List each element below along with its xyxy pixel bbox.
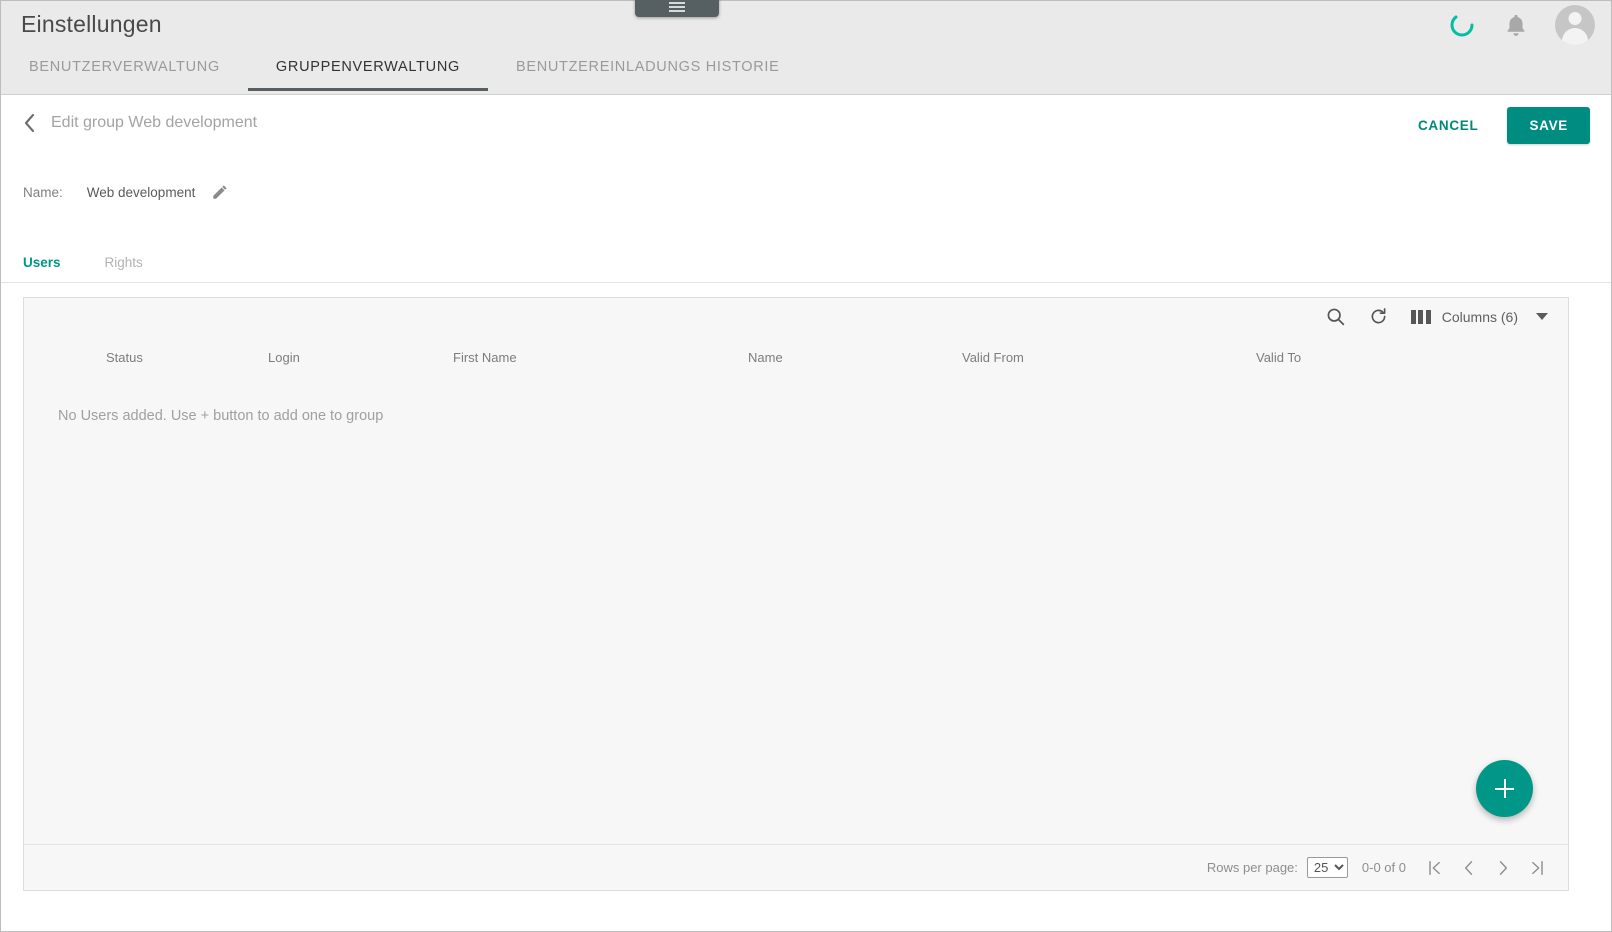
hamburger-handle-icon — [669, 2, 685, 12]
columns-selector[interactable]: Columns (6) — [1410, 308, 1548, 325]
top-bar: Einstellungen BENUTZERVERWALTUNG GRUPPEN… — [1, 0, 1611, 95]
column-header-valid-to[interactable]: Valid To — [1256, 350, 1301, 365]
pagination-range: 0-0 of 0 — [1361, 860, 1406, 875]
user-avatar-icon[interactable] — [1555, 5, 1595, 45]
last-page-icon[interactable] — [1520, 851, 1554, 885]
cancel-button[interactable]: CANCEL — [1400, 108, 1496, 143]
tab-benutzerverwaltung[interactable]: BENUTZERVERWALTUNG — [1, 56, 248, 91]
tab-gruppenverwaltung[interactable]: GRUPPENVERWALTUNG — [247, 56, 489, 91]
add-user-button[interactable] — [1476, 760, 1533, 817]
next-page-icon[interactable] — [1486, 851, 1520, 885]
column-header-first-name[interactable]: First Name — [453, 350, 517, 365]
page-header: Edit group Web development CANCEL SAVE — [1, 95, 1611, 160]
column-header-name[interactable]: Name — [748, 350, 783, 365]
refresh-icon[interactable] — [1368, 306, 1389, 327]
column-header-login[interactable]: Login — [268, 350, 300, 365]
detail-tab-bar: Users Rights — [1, 243, 1611, 283]
page-title: Einstellungen — [21, 11, 162, 37]
group-name-label: Name: — [23, 184, 63, 200]
tab-rights[interactable]: Rights — [83, 255, 165, 270]
save-button[interactable]: SAVE — [1507, 107, 1590, 144]
tab-benutzereinladungs-historie[interactable]: BENUTZEREINLADUNGS HISTORIE — [488, 56, 808, 91]
first-page-icon[interactable] — [1418, 851, 1452, 885]
group-name-row: Name: Web development — [23, 183, 229, 201]
plus-icon-vertical — [1503, 779, 1506, 798]
header-action-buttons: CANCEL SAVE — [1400, 107, 1590, 144]
rows-per-page-label: Rows per page: — [1206, 860, 1298, 875]
chevron-left-icon[interactable] — [21, 112, 37, 134]
rows-per-page-select[interactable]: 25 — [1306, 857, 1348, 878]
search-icon[interactable] — [1325, 306, 1346, 327]
tab-users[interactable]: Users — [1, 255, 83, 270]
avatar-body — [1562, 28, 1588, 45]
edit-group-title: Edit group Web development — [51, 114, 258, 131]
pencil-edit-icon[interactable] — [211, 183, 229, 201]
top-bar-actions — [1447, 5, 1595, 45]
table-column-headers: Status Login First Name Name Valid From … — [24, 350, 1568, 380]
chevron-down-icon — [1536, 313, 1548, 320]
previous-page-icon[interactable] — [1452, 851, 1486, 885]
users-table-card: Columns (6) Status Login First Name Name… — [23, 297, 1569, 891]
main-tab-bar: BENUTZERVERWALTUNG GRUPPENVERWALTUNG BEN… — [1, 56, 808, 95]
columns-label: Columns (6) — [1441, 308, 1518, 325]
avatar-head — [1568, 12, 1582, 25]
window-drag-handle[interactable] — [635, 0, 719, 17]
columns-icon — [1410, 309, 1431, 324]
table-toolbar: Columns (6) — [1325, 306, 1548, 327]
column-header-status[interactable]: Status — [106, 350, 143, 365]
empty-state-message: No Users added. Use + button to add one … — [58, 408, 384, 424]
group-name-value: Web development — [86, 184, 196, 200]
column-header-valid-from[interactable]: Valid From — [962, 350, 1024, 365]
bell-icon[interactable] — [1503, 10, 1529, 40]
sync-spinner-icon[interactable] — [1447, 10, 1477, 40]
pagination-bar: Rows per page: 25 0-0 of 0 — [24, 844, 1568, 890]
application-window: Einstellungen BENUTZERVERWALTUNG GRUPPEN… — [0, 0, 1612, 932]
breadcrumb: Edit group Web development — [21, 112, 257, 134]
